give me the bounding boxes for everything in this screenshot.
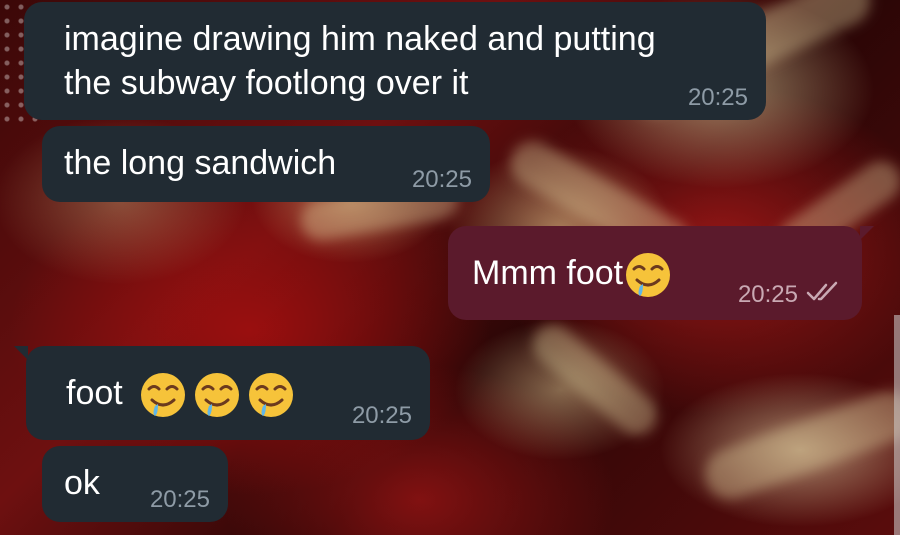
wallpaper-streak: [698, 383, 900, 507]
message-text: Mmm foot: [472, 253, 624, 292]
message-time: 20:25: [687, 84, 748, 111]
message-text-line-1: imagine drawing him naked and putting: [64, 20, 656, 58]
message-text: foot: [66, 373, 123, 412]
message-text: the long sandwich: [64, 144, 337, 182]
message-bubble-incoming[interactable]: foot 20:25: [14, 346, 430, 440]
message-text-line-2: the subway footlong over it: [64, 64, 469, 102]
message-text-row: foot: [66, 370, 296, 420]
message-bubble-incoming[interactable]: imagine drawing him naked and putting th…: [24, 2, 766, 120]
drooling-face-icon: [623, 250, 673, 300]
wallpaper-streak: [524, 316, 666, 444]
drooling-face-icon: [138, 370, 188, 420]
message-time: 20:25: [411, 166, 472, 193]
scrollbar[interactable]: [894, 315, 900, 535]
bubble-tail: [14, 346, 28, 360]
drooling-face-icon: [246, 370, 296, 420]
message-bubble-incoming[interactable]: ok 20:25: [42, 446, 228, 522]
double-check-icon: [806, 281, 840, 310]
message-text: ok: [64, 464, 100, 502]
drooling-face-icon: [192, 370, 242, 420]
bubble-tail: [860, 226, 874, 240]
message-bubble-outgoing[interactable]: Mmm foot 20:25: [448, 226, 874, 320]
message-bubble-incoming[interactable]: the long sandwich 20:25: [42, 126, 490, 202]
message-time: 20:25: [737, 280, 798, 308]
message-time: 20:25: [351, 402, 412, 429]
message-text-row: Mmm foot: [472, 250, 673, 300]
message-meta: 20:25: [738, 281, 840, 310]
message-time: 20:25: [149, 486, 210, 513]
